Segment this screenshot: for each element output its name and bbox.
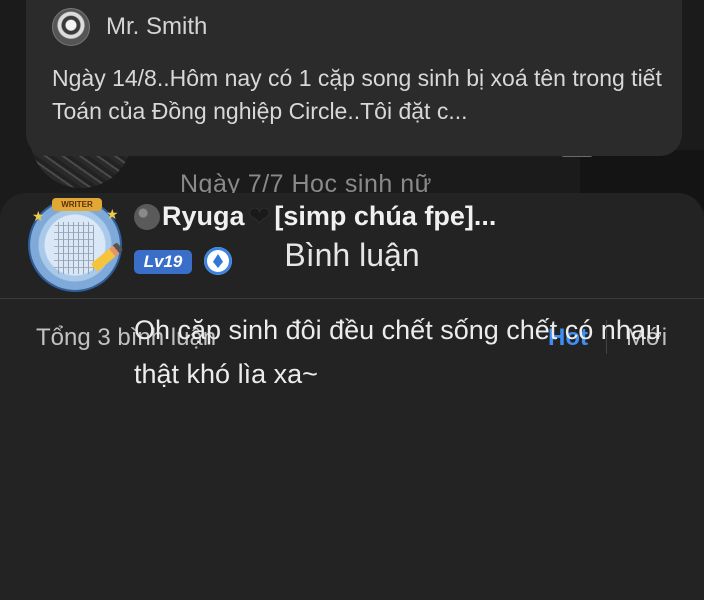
commenter-name-suffix: [simp chúa fpe]... [274, 201, 497, 231]
sheet-divider [0, 298, 704, 299]
post-preview-card[interactable]: Mr. Smith Ngày 14/8..Hôm nay có 1 cặp so… [26, 0, 682, 156]
star-icon: ★ [106, 206, 119, 222]
moon-emoji-icon [134, 203, 160, 230]
commenter-name-text: Ryuga [162, 201, 245, 231]
star-icon: ★ [32, 208, 45, 224]
black-heart-icon: ❤ [248, 201, 271, 231]
commenter-name[interactable]: Ryuga ❤ [simp chúa fpe]... [134, 201, 496, 232]
avatar-sketch [54, 222, 94, 274]
comment-text: Oh cặp sinh đôi đều chết sống chết có nh… [134, 315, 661, 389]
author-avatar [52, 8, 90, 46]
gem-badge-icon [204, 247, 232, 275]
post-author-name: Mr. Smith [106, 13, 208, 40]
avatar-writer-banner: WRITER [52, 198, 102, 211]
commenter-avatar[interactable]: WRITER ★ ★ [30, 198, 124, 290]
post-preview-text: Ngày 14/8..Hôm nay có 1 cặp song sinh bị… [52, 65, 662, 124]
level-badge: Lv19 [134, 250, 192, 274]
